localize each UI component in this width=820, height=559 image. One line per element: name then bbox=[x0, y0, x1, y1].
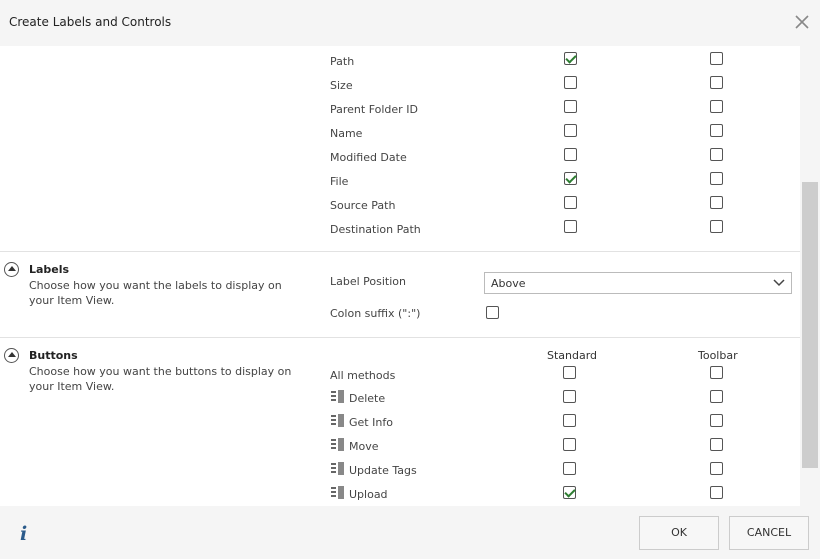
scrollbar-thumb[interactable] bbox=[802, 182, 818, 468]
method-icon bbox=[331, 414, 345, 427]
property-checkbox-file-col1[interactable] bbox=[564, 172, 577, 185]
label-position-label: Label Position bbox=[330, 275, 407, 288]
method-label-update-tags: Update Tags bbox=[349, 464, 417, 477]
property-label-file: File bbox=[330, 175, 349, 188]
section-divider bbox=[0, 251, 800, 252]
property-checkbox-modified-date-col2[interactable] bbox=[710, 148, 723, 161]
buttons-section-description: Choose how you want the buttons to displ… bbox=[29, 365, 292, 393]
method-upload-toolbar-checkbox[interactable] bbox=[710, 486, 723, 499]
labels-collapse-icon[interactable] bbox=[4, 262, 19, 277]
labels-section-title: Labels bbox=[29, 263, 70, 276]
column-header-toolbar: Toolbar bbox=[698, 349, 738, 362]
property-label-name: Name bbox=[330, 127, 363, 140]
method-get-info-toolbar-checkbox[interactable] bbox=[710, 414, 723, 427]
property-label-parent-folder-id: Parent Folder ID bbox=[330, 103, 418, 116]
dialog-header: Create Labels and Controls bbox=[0, 0, 820, 46]
method-upload-standard-checkbox[interactable] bbox=[563, 486, 576, 499]
property-checkbox-parent-folder-id-col2[interactable] bbox=[710, 100, 723, 113]
property-checkbox-path-col1[interactable] bbox=[564, 52, 577, 65]
close-icon[interactable] bbox=[794, 14, 810, 30]
colon-suffix-checkbox[interactable] bbox=[486, 306, 499, 319]
method-icon bbox=[331, 390, 345, 403]
column-header-standard: Standard bbox=[547, 349, 598, 362]
label-position-value: Above bbox=[491, 277, 526, 290]
method-update-tags-standard-checkbox[interactable] bbox=[563, 462, 576, 475]
property-label-source-path: Source Path bbox=[330, 199, 396, 212]
property-checkbox-destination-path-col2[interactable] bbox=[710, 220, 723, 233]
property-checkbox-name-col1[interactable] bbox=[564, 124, 577, 137]
colon-suffix-label: Colon suffix (":") bbox=[330, 307, 421, 320]
method-label-move: Move bbox=[349, 440, 379, 453]
method-label-upload: Upload bbox=[349, 488, 388, 501]
method-icon bbox=[331, 486, 345, 499]
buttons-collapse-icon[interactable] bbox=[4, 348, 19, 363]
property-checkbox-size-col1[interactable] bbox=[564, 76, 577, 89]
property-checkbox-modified-date-col1[interactable] bbox=[564, 148, 577, 161]
method-get-info-standard-checkbox[interactable] bbox=[563, 414, 576, 427]
method-update-tags-toolbar-checkbox[interactable] bbox=[710, 462, 723, 475]
section-divider bbox=[0, 337, 800, 338]
info-icon[interactable]: i bbox=[20, 523, 27, 545]
method-move-standard-checkbox[interactable] bbox=[563, 438, 576, 451]
ok-button[interactable]: OK bbox=[639, 516, 719, 550]
cancel-button[interactable]: CANCEL bbox=[729, 516, 809, 550]
property-label-path: Path bbox=[330, 55, 355, 68]
all-methods-toolbar-checkbox[interactable] bbox=[710, 366, 723, 379]
all-methods-label: All methods bbox=[330, 369, 396, 382]
property-checkbox-path-col2[interactable] bbox=[710, 52, 723, 65]
property-checkbox-destination-path-col1[interactable] bbox=[564, 220, 577, 233]
property-label-destination-path: Destination Path bbox=[330, 223, 421, 236]
chevron-down-icon bbox=[773, 278, 785, 288]
property-checkbox-name-col2[interactable] bbox=[710, 124, 723, 137]
property-label-size: Size bbox=[330, 79, 353, 92]
method-label-delete: Delete bbox=[349, 392, 386, 405]
labels-section-description: Choose how you want the labels to displa… bbox=[29, 279, 282, 307]
buttons-section-title: Buttons bbox=[29, 349, 78, 362]
label-position-select[interactable]: Above bbox=[484, 272, 792, 294]
property-label-modified-date: Modified Date bbox=[330, 151, 407, 164]
all-methods-standard-checkbox[interactable] bbox=[563, 366, 576, 379]
property-checkbox-size-col2[interactable] bbox=[710, 76, 723, 89]
dialog-title: Create Labels and Controls bbox=[9, 15, 172, 29]
property-checkbox-source-path-col2[interactable] bbox=[710, 196, 723, 209]
method-label-get-info: Get Info bbox=[349, 416, 393, 429]
method-icon bbox=[331, 462, 345, 475]
property-checkbox-file-col2[interactable] bbox=[710, 172, 723, 185]
method-delete-standard-checkbox[interactable] bbox=[563, 390, 576, 403]
method-move-toolbar-checkbox[interactable] bbox=[710, 438, 723, 451]
method-icon bbox=[331, 438, 345, 451]
property-checkbox-parent-folder-id-col1[interactable] bbox=[564, 100, 577, 113]
method-delete-toolbar-checkbox[interactable] bbox=[710, 390, 723, 403]
property-checkbox-source-path-col1[interactable] bbox=[564, 196, 577, 209]
